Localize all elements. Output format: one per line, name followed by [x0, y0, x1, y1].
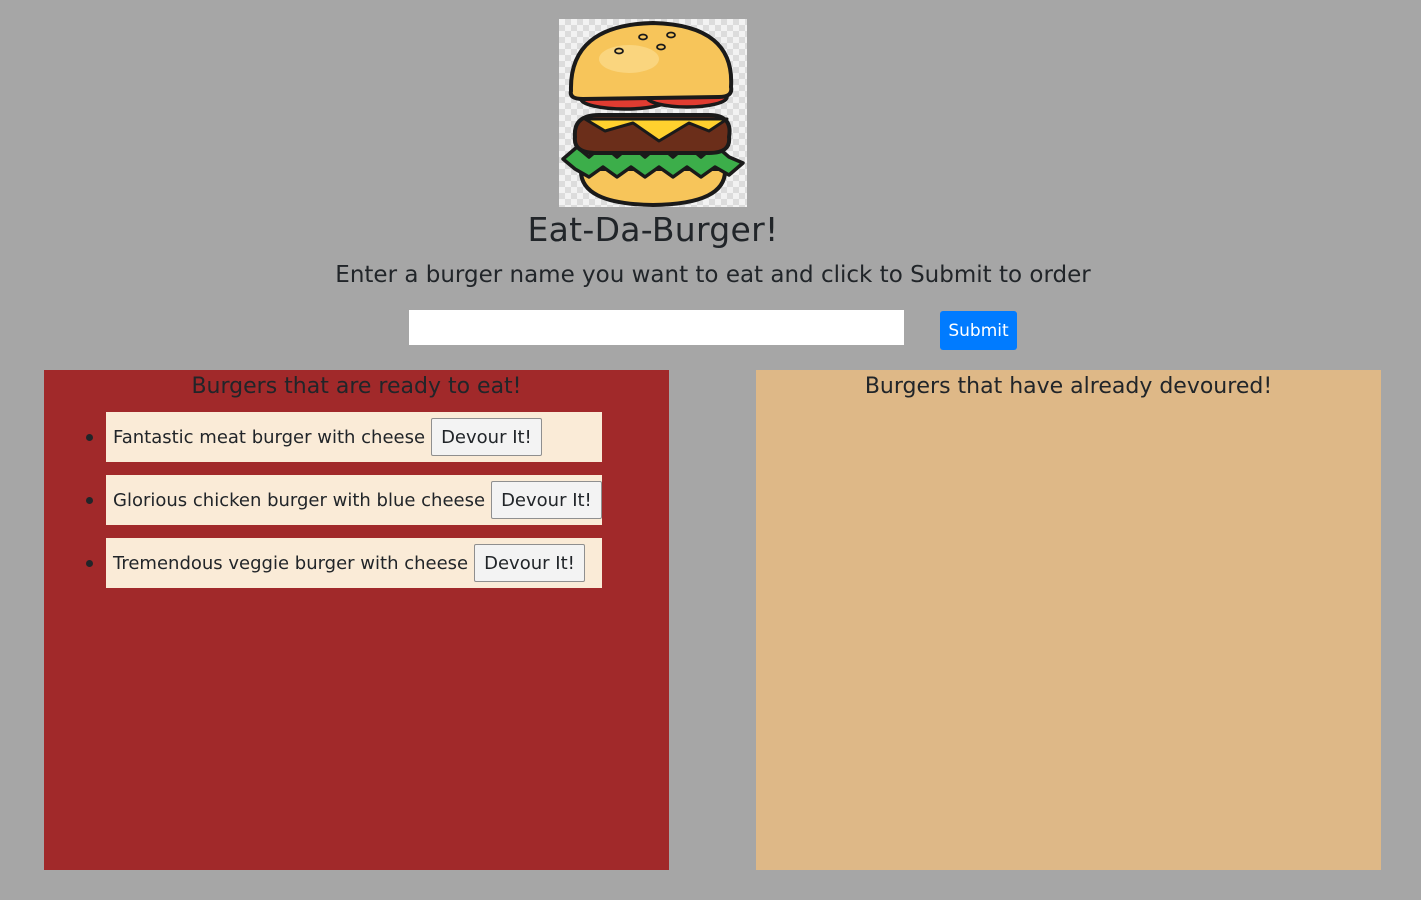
page-title: Eat-Da-Burger!: [527, 210, 779, 249]
list-item: Glorious chicken burger with blue cheese…: [86, 475, 602, 525]
burger-name: Fantastic meat burger with cheese: [113, 426, 426, 448]
burger-name: Tremendous veggie burger with cheese: [113, 552, 469, 574]
devour-button[interactable]: Devour It!: [474, 544, 585, 582]
burger-logo: [559, 19, 747, 207]
page-subtitle: Enter a burger name you want to eat and …: [335, 262, 1091, 288]
bullet-icon: [86, 434, 93, 441]
devour-button[interactable]: Devour It!: [491, 481, 602, 519]
burger-logo-icon: [561, 20, 745, 207]
bullet-icon: [86, 560, 93, 567]
submit-button[interactable]: Submit: [940, 311, 1017, 350]
list-item: Tremendous veggie burger with cheese Dev…: [86, 538, 602, 588]
burger-name-input[interactable]: [409, 310, 904, 345]
devoured-burgers-panel: Burgers that have already devoured!: [756, 370, 1381, 870]
bullet-icon: [86, 497, 93, 504]
devour-button[interactable]: Devour It!: [431, 418, 542, 456]
devoured-panel-heading: Burgers that have already devoured!: [864, 374, 1273, 399]
ready-burger-list: Fantastic meat burger with cheese Devour…: [86, 412, 602, 601]
burger-name: Glorious chicken burger with blue cheese: [113, 489, 486, 511]
ready-burgers-panel: Burgers that are ready to eat! Fantastic…: [44, 370, 669, 870]
ready-panel-heading: Burgers that are ready to eat!: [191, 374, 522, 399]
list-item: Fantastic meat burger with cheese Devour…: [86, 412, 602, 462]
